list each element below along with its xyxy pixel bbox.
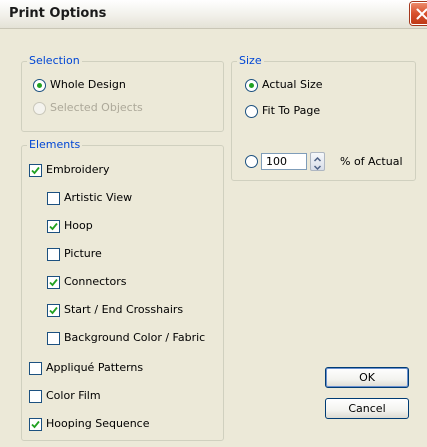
radio-selected-objects[interactable]: Selected Objects bbox=[33, 101, 143, 115]
window-title: Print Options bbox=[9, 6, 107, 21]
check-applique-label: Appliqué Patterns bbox=[46, 361, 144, 374]
check-background-label: Background Color / Fabric bbox=[64, 331, 206, 344]
radio-whole-design-label: Whole Design bbox=[50, 78, 126, 91]
check-hooping-sequence-box[interactable] bbox=[29, 417, 42, 431]
check-artistic-view-label: Artistic View bbox=[64, 191, 133, 204]
radio-actual-size[interactable]: Actual Size bbox=[245, 78, 323, 92]
cancel-button[interactable]: Cancel bbox=[325, 398, 409, 419]
close-button[interactable] bbox=[410, 2, 427, 25]
radio-percent-control[interactable] bbox=[245, 155, 258, 168]
radio-whole-design[interactable]: Whole Design bbox=[33, 78, 126, 92]
check-connectors-box[interactable] bbox=[47, 275, 60, 289]
percent-label: % of Actual bbox=[340, 155, 403, 168]
check-connectors[interactable]: Connectors bbox=[47, 275, 126, 289]
radio-actual-size-control[interactable] bbox=[245, 78, 258, 92]
check-applique-box[interactable] bbox=[29, 361, 42, 375]
checkmark-icon bbox=[49, 222, 58, 230]
check-crosshairs-box[interactable] bbox=[47, 303, 60, 317]
radio-percent[interactable] bbox=[245, 155, 258, 168]
check-embroidery-box[interactable] bbox=[29, 163, 42, 177]
check-crosshairs-label: Start / End Crosshairs bbox=[64, 303, 184, 316]
check-embroidery-label: Embroidery bbox=[46, 163, 110, 176]
arrow-down-icon bbox=[313, 165, 322, 171]
radio-actual-size-label: Actual Size bbox=[262, 78, 323, 91]
check-artistic-view-box[interactable] bbox=[47, 191, 60, 205]
check-color-film-box[interactable] bbox=[29, 389, 42, 403]
check-picture[interactable]: Picture bbox=[47, 247, 102, 261]
percent-input[interactable]: 100 bbox=[261, 153, 307, 170]
spin-down-button[interactable] bbox=[311, 162, 324, 171]
percent-spinner[interactable] bbox=[310, 152, 325, 171]
print-options-dialog: Print Options Selection Whole Design Sel… bbox=[0, 0, 427, 447]
check-background[interactable]: Background Color / Fabric bbox=[47, 331, 205, 345]
check-hoop[interactable]: Hoop bbox=[47, 219, 93, 233]
check-hooping-sequence[interactable]: Hooping Sequence bbox=[29, 417, 149, 431]
check-hooping-sequence-label: Hooping Sequence bbox=[46, 417, 150, 430]
checkmark-icon bbox=[49, 306, 58, 314]
spin-up-button[interactable] bbox=[311, 153, 324, 162]
title-bar[interactable]: Print Options bbox=[0, 0, 427, 29]
radio-fit-to-page[interactable]: Fit To Page bbox=[245, 104, 320, 118]
check-connectors-label: Connectors bbox=[64, 275, 127, 288]
check-picture-box[interactable] bbox=[47, 247, 60, 261]
check-background-box[interactable] bbox=[47, 331, 60, 345]
check-hoop-label: Hoop bbox=[64, 219, 93, 232]
size-legend: Size bbox=[237, 54, 264, 67]
ok-button[interactable]: OK bbox=[325, 367, 409, 388]
check-applique[interactable]: Appliqué Patterns bbox=[29, 361, 143, 375]
check-color-film-label: Color Film bbox=[46, 389, 101, 402]
radio-selected-objects-control[interactable] bbox=[33, 101, 46, 115]
selection-group bbox=[21, 61, 224, 132]
close-icon bbox=[416, 8, 427, 20]
check-embroidery[interactable]: Embroidery bbox=[29, 163, 110, 177]
checkmark-icon bbox=[31, 420, 40, 428]
check-color-film[interactable]: Color Film bbox=[29, 389, 101, 403]
checkmark-icon bbox=[49, 278, 58, 286]
radio-fit-to-page-label: Fit To Page bbox=[262, 104, 321, 117]
check-hoop-box[interactable] bbox=[47, 219, 60, 233]
check-crosshairs[interactable]: Start / End Crosshairs bbox=[47, 303, 183, 317]
selection-legend: Selection bbox=[27, 54, 82, 67]
checkmark-icon bbox=[31, 166, 40, 174]
radio-selected-objects-label: Selected Objects bbox=[50, 101, 143, 114]
check-artistic-view[interactable]: Artistic View bbox=[47, 191, 132, 205]
radio-whole-design-control[interactable] bbox=[33, 78, 46, 92]
check-picture-label: Picture bbox=[64, 247, 102, 260]
radio-fit-to-page-control[interactable] bbox=[245, 104, 258, 118]
elements-legend: Elements bbox=[27, 138, 83, 151]
